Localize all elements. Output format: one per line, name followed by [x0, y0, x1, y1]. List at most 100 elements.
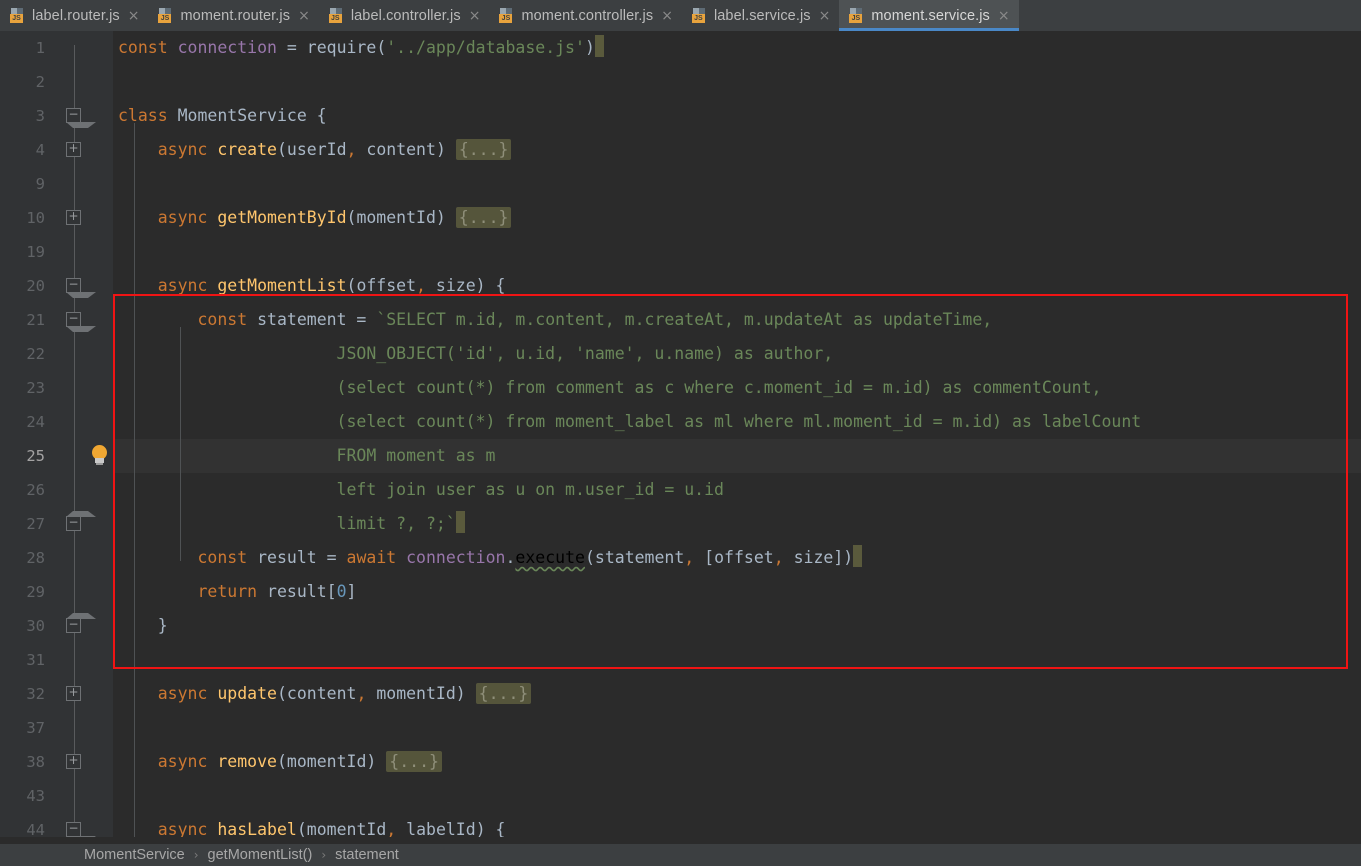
fold-collapse-icon[interactable]: − — [66, 278, 96, 298]
code-token: } — [118, 616, 168, 635]
code-line[interactable]: async create(userId, content) {...} — [113, 133, 1361, 167]
code-line[interactable] — [113, 779, 1361, 813]
code-line[interactable]: const connection = require('../app/datab… — [113, 31, 1361, 65]
code-token: 0 — [336, 582, 347, 601]
code-line[interactable] — [113, 711, 1361, 745]
editor-tab-label-controller-js[interactable]: JS label.controller.js × — [319, 0, 490, 31]
code-token: ( — [296, 820, 307, 837]
breadcrumb-item[interactable]: MomentService — [84, 847, 185, 863]
code-token: content — [286, 684, 357, 703]
code-editor[interactable]: 1 2 3−4 +9 10 +19 20−21−22 23 24 25 26 27−28 29 30−31… — [0, 31, 1361, 837]
code-folding-rail — [74, 45, 75, 835]
code-token: ) — [584, 38, 595, 57]
fold-expand-icon[interactable]: + — [66, 686, 83, 703]
fold-collapse-end-icon[interactable]: − — [66, 613, 96, 635]
code-token: , — [416, 276, 426, 295]
fold-expand-icon[interactable]: + — [66, 210, 83, 227]
code-token: `SELECT m.id, m.content, m.createAt, m.u… — [376, 310, 993, 329]
code-line[interactable]: JSON_OBJECT('id', u.id, 'name', u.name) … — [113, 337, 1361, 371]
code-token: require — [306, 38, 377, 57]
close-icon[interactable]: × — [661, 9, 673, 23]
code-token: . — [505, 548, 516, 567]
line-number: 31 — [26, 651, 45, 669]
code-line[interactable]: async hasLabel(momentId, labelId) { — [113, 813, 1361, 837]
code-line[interactable] — [113, 167, 1361, 201]
code-token: {...} — [475, 683, 532, 704]
code-token: ( — [584, 548, 595, 567]
code-line[interactable]: FROM moment as m — [113, 439, 1361, 473]
fold-expand-icon[interactable]: + — [66, 142, 83, 159]
code-line[interactable] — [113, 65, 1361, 99]
breadcrumb-separator: › — [193, 848, 199, 862]
code-line[interactable]: (select count(*) from moment_label as ml… — [113, 405, 1361, 439]
js-file-icon: JS — [499, 7, 514, 24]
code-token: { — [306, 106, 327, 125]
code-line[interactable] — [113, 235, 1361, 269]
code-line[interactable]: limit ?, ?;` — [113, 507, 1361, 541]
breadcrumb-item[interactable]: statement — [335, 847, 399, 863]
code-line[interactable]: (select count(*) from comment as c where… — [113, 371, 1361, 405]
line-number: 22 — [26, 345, 45, 363]
line-number: 32 — [26, 685, 45, 703]
line-number: 3 — [35, 107, 45, 125]
indent-guide — [134, 667, 135, 837]
code-token: ( — [346, 276, 357, 295]
code-token: async — [157, 752, 208, 771]
code-line[interactable]: } — [113, 609, 1361, 643]
editor-tab-label-router-js[interactable]: JS label.router.js × — [0, 0, 148, 31]
close-icon[interactable]: × — [998, 9, 1010, 23]
indent-guide — [180, 327, 181, 561]
code-line[interactable]: left join user as u on m.user_id = u.id — [113, 473, 1361, 507]
code-line[interactable]: async getMomentList(offset, size) { — [113, 269, 1361, 303]
code-token: limit ?, ?;` — [118, 514, 456, 533]
code-token: ( — [276, 684, 287, 703]
editor-tab-moment-router-js[interactable]: JS moment.router.js × — [148, 0, 318, 31]
breadcrumb-item[interactable]: getMomentList() — [208, 847, 313, 863]
editor-tab-label: label.service.js — [713, 7, 811, 24]
editor-gutter[interactable]: 1 2 3−4 +9 10 +19 20−21−22 23 24 25 26 27−28 29 30−31… — [0, 31, 113, 837]
breadcrumb[interactable]: MomentService › getMomentList() › statement — [0, 843, 1361, 866]
code-token: MomentService — [177, 106, 307, 125]
editor-tab-moment-service-js[interactable]: JS moment.service.js × — [839, 0, 1019, 31]
fold-collapse-icon[interactable]: − — [66, 312, 96, 332]
code-token: (select count(*) from moment_label as ml… — [118, 412, 1142, 431]
code-line[interactable]: async remove(momentId) {...} — [113, 745, 1361, 779]
code-token: const — [197, 310, 248, 329]
editor-tab-label: label.controller.js — [350, 7, 461, 24]
close-icon[interactable]: × — [469, 9, 481, 23]
lightbulb-icon[interactable] — [90, 445, 110, 467]
close-icon[interactable]: × — [128, 9, 140, 23]
fold-collapse-icon[interactable]: − — [66, 822, 96, 837]
code-token: await — [346, 548, 397, 567]
code-token: FROM moment as m — [118, 446, 496, 465]
code-line[interactable]: async update(content, momentId) {...} — [113, 677, 1361, 711]
code-token: getMomentById — [217, 208, 347, 227]
close-icon[interactable]: × — [819, 9, 831, 23]
line-number: 26 — [26, 481, 45, 499]
code-line[interactable]: const statement = `SELECT m.id, m.conten… — [113, 303, 1361, 337]
code-token: async — [157, 684, 208, 703]
code-line[interactable]: async getMomentById(momentId) {...} — [113, 201, 1361, 235]
code-line[interactable]: return result[0] — [113, 575, 1361, 609]
code-area[interactable]: const connection = require('../app/datab… — [113, 31, 1361, 837]
close-icon[interactable]: × — [298, 9, 310, 23]
line-number: 1 — [35, 39, 45, 57]
code-token: execute — [515, 548, 585, 567]
fold-expand-icon[interactable]: + — [66, 754, 83, 771]
editor-tab-moment-controller-js[interactable]: JS moment.controller.js × — [489, 0, 681, 31]
code-line[interactable]: class MomentService { — [113, 99, 1361, 133]
line-number: 27 — [26, 515, 45, 533]
fold-collapse-icon[interactable]: − — [66, 108, 96, 128]
editor-tab-label-service-js[interactable]: JS label.service.js × — [682, 0, 839, 31]
code-token: statement — [257, 310, 347, 329]
breadcrumb-separator: › — [321, 848, 327, 862]
code-line[interactable] — [113, 643, 1361, 677]
fold-collapse-end-icon[interactable]: − — [66, 511, 96, 533]
code-line[interactable]: const result = await connection.execute(… — [113, 541, 1361, 575]
